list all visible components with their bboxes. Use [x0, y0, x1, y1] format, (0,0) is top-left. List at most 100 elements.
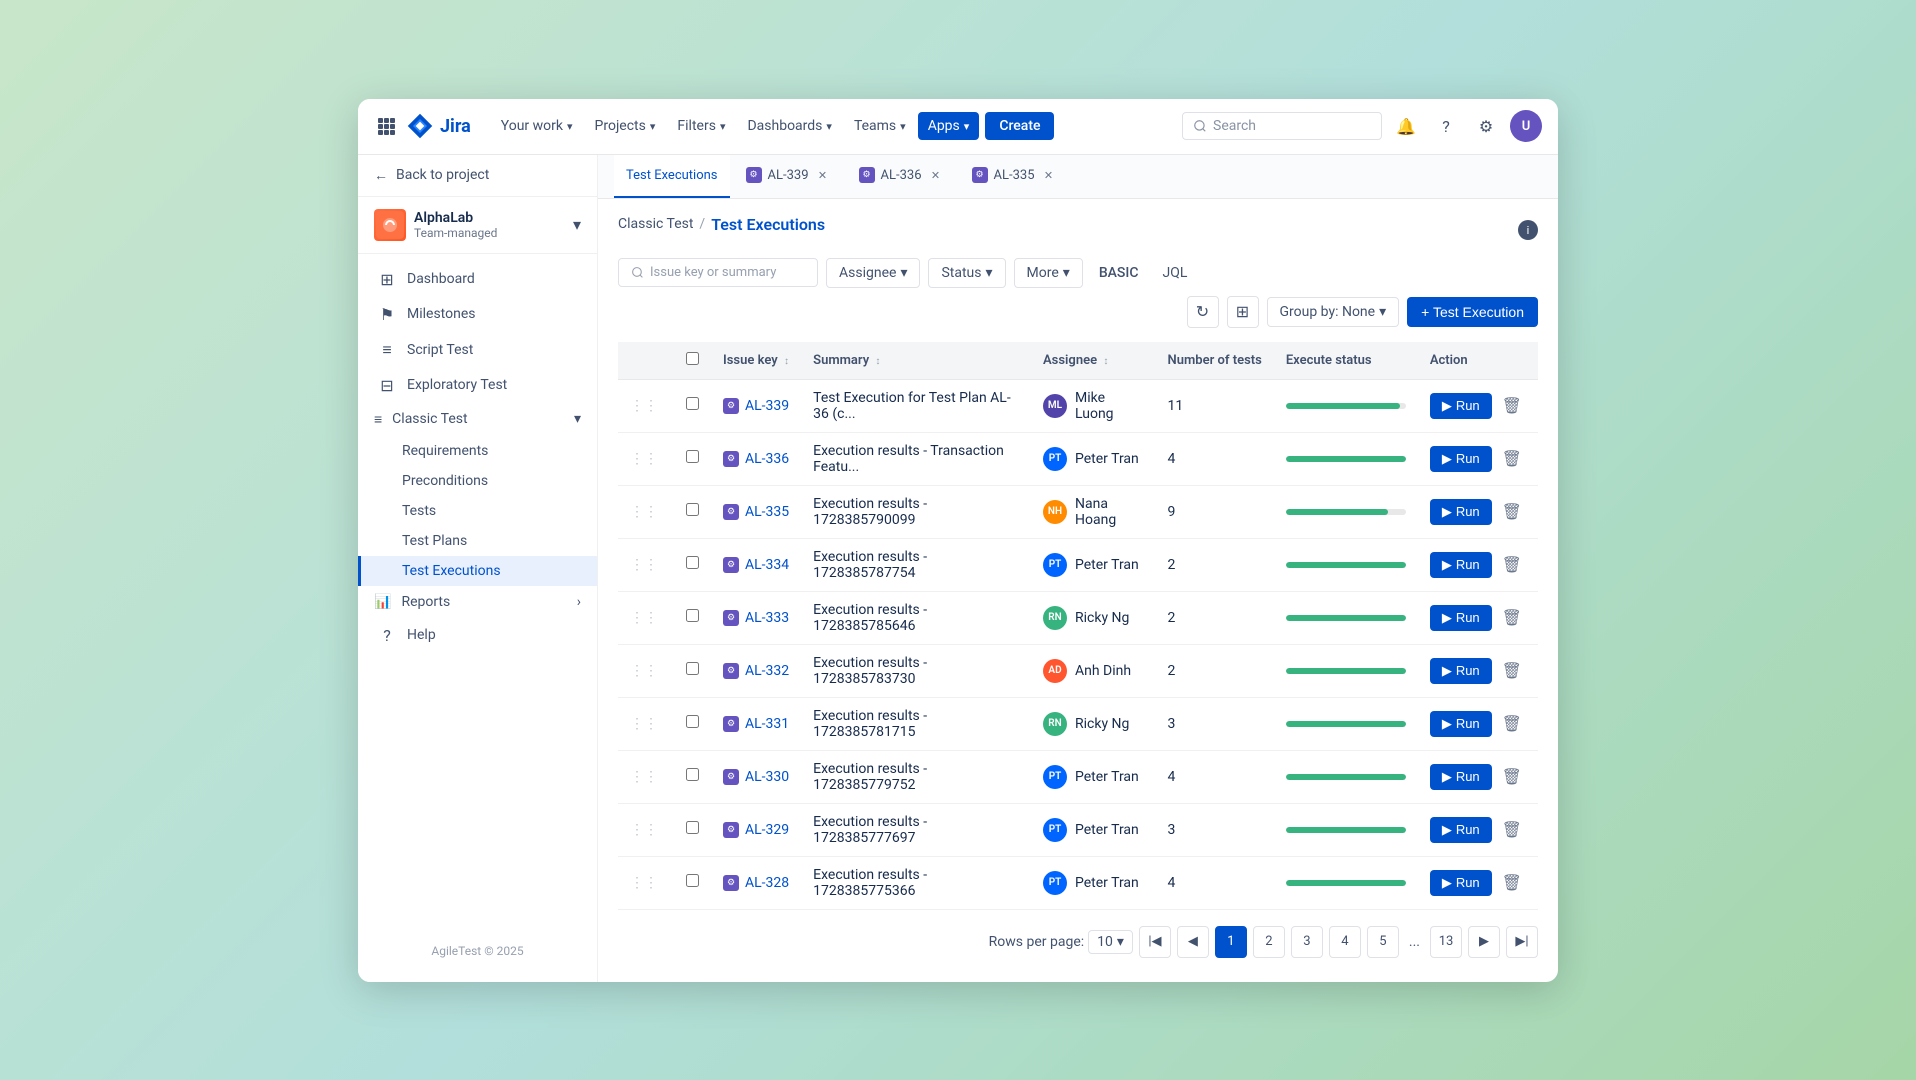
status-filter[interactable]: Status ▾	[928, 258, 1005, 288]
jql-mode[interactable]: JQL	[1155, 261, 1196, 285]
grid-menu-icon[interactable]	[374, 114, 398, 138]
tab-al335[interactable]: ⚙ AL-335 ✕	[960, 155, 1069, 198]
delete-button[interactable]: 🗑	[1498, 657, 1526, 685]
run-button[interactable]: ▶ Run	[1430, 764, 1492, 790]
run-button[interactable]: ▶ Run	[1430, 658, 1492, 684]
issue-link[interactable]: ⚙ AL-328	[723, 875, 789, 891]
page-2-button[interactable]: 2	[1253, 926, 1285, 958]
run-button[interactable]: ▶ Run	[1430, 605, 1492, 631]
sidebar-item-preconditions[interactable]: Preconditions	[358, 466, 597, 496]
select-all-checkbox[interactable]	[686, 352, 699, 365]
more-filter[interactable]: More ▾	[1014, 258, 1083, 288]
drag-handle-icon[interactable]: ⋮⋮	[630, 610, 662, 626]
delete-button[interactable]: 🗑	[1498, 498, 1526, 526]
tab-close-al339[interactable]: ✕	[815, 167, 831, 183]
page-13-button[interactable]: 13	[1430, 926, 1462, 958]
chevron-down-icon[interactable]: ▾	[573, 215, 581, 234]
run-button[interactable]: ▶ Run	[1430, 711, 1492, 737]
tab-al336[interactable]: ⚙ AL-336 ✕	[847, 155, 956, 198]
back-to-project[interactable]: ← Back to project	[358, 155, 597, 197]
nav-projects[interactable]: Projects ▾	[585, 112, 666, 140]
row-checkbox[interactable]	[686, 503, 699, 516]
sidebar-item-exploratory-test[interactable]: ⊟ Exploratory Test	[358, 368, 597, 403]
create-button[interactable]: Create	[985, 112, 1054, 140]
row-checkbox[interactable]	[686, 821, 699, 834]
drag-handle-icon[interactable]: ⋮⋮	[630, 769, 662, 785]
sidebar-item-test-executions[interactable]: Test Executions	[358, 556, 597, 586]
delete-button[interactable]: 🗑	[1498, 869, 1526, 897]
row-checkbox[interactable]	[686, 715, 699, 728]
assignee-filter[interactable]: Assignee ▾	[826, 258, 920, 288]
tab-test-executions[interactable]: Test Executions	[614, 155, 730, 198]
drag-handle-icon[interactable]: ⋮⋮	[630, 504, 662, 520]
issue-link[interactable]: ⚙ AL-331	[723, 716, 789, 732]
sidebar-item-milestones[interactable]: ⚑ Milestones	[358, 297, 597, 332]
issue-link[interactable]: ⚙ AL-336	[723, 451, 789, 467]
prev-page-button[interactable]: ◀	[1177, 926, 1209, 958]
delete-button[interactable]: 🗑	[1498, 445, 1526, 473]
issue-link[interactable]: ⚙ AL-333	[723, 610, 789, 626]
issue-link[interactable]: ⚙ AL-339	[723, 398, 789, 414]
run-button[interactable]: ▶ Run	[1430, 499, 1492, 525]
nav-teams[interactable]: Teams ▾	[844, 112, 916, 140]
summary-header[interactable]: Summary ↕	[801, 342, 1031, 380]
issue-link[interactable]: ⚙ AL-329	[723, 822, 789, 838]
delete-button[interactable]: 🗑	[1498, 816, 1526, 844]
delete-button[interactable]: 🗑	[1498, 763, 1526, 791]
columns-icon[interactable]: ⊞	[1227, 296, 1259, 328]
page-5-button[interactable]: 5	[1367, 926, 1399, 958]
page-3-button[interactable]: 3	[1291, 926, 1323, 958]
drag-handle-icon[interactable]: ⋮⋮	[630, 663, 662, 679]
last-page-button[interactable]: ▶|	[1506, 926, 1538, 958]
basic-mode[interactable]: BASIC	[1091, 261, 1147, 285]
sidebar-item-help[interactable]: ? Help	[358, 618, 597, 653]
drag-handle-icon[interactable]: ⋮⋮	[630, 716, 662, 732]
issue-link[interactable]: ⚙ AL-332	[723, 663, 789, 679]
group-by-button[interactable]: Group by: None ▾	[1267, 297, 1400, 327]
sidebar-item-dashboard[interactable]: ⊞ Dashboard	[358, 262, 597, 297]
drag-handle-icon[interactable]: ⋮⋮	[630, 875, 662, 891]
nav-apps[interactable]: Apps ▾	[918, 112, 980, 140]
run-button[interactable]: ▶ Run	[1430, 817, 1492, 843]
drag-handle-icon[interactable]: ⋮⋮	[630, 557, 662, 573]
issue-key-header[interactable]: Issue key ↕	[711, 342, 801, 380]
search-box[interactable]: Search	[1182, 112, 1382, 140]
run-button[interactable]: ▶ Run	[1430, 446, 1492, 472]
run-button[interactable]: ▶ Run	[1430, 393, 1492, 419]
delete-button[interactable]: 🗑	[1498, 551, 1526, 579]
rows-per-page-select[interactable]: 10 ▾	[1088, 930, 1133, 954]
drag-handle-icon[interactable]: ⋮⋮	[630, 822, 662, 838]
notifications-icon[interactable]: 🔔	[1390, 110, 1422, 142]
row-checkbox[interactable]	[686, 397, 699, 410]
sidebar-item-test-plans[interactable]: Test Plans	[358, 526, 597, 556]
sidebar-item-script-test[interactable]: ≡ Script Test	[358, 332, 597, 368]
delete-button[interactable]: 🗑	[1498, 604, 1526, 632]
page-1-button[interactable]: 1	[1215, 926, 1247, 958]
help-icon[interactable]: ?	[1430, 110, 1462, 142]
run-button[interactable]: ▶ Run	[1430, 870, 1492, 896]
delete-button[interactable]: 🗑	[1498, 710, 1526, 738]
run-button[interactable]: ▶ Run	[1430, 552, 1492, 578]
drag-handle-icon[interactable]: ⋮⋮	[630, 398, 662, 414]
issue-link[interactable]: ⚙ AL-335	[723, 504, 789, 520]
first-page-button[interactable]: |◀	[1139, 926, 1171, 958]
row-checkbox[interactable]	[686, 768, 699, 781]
execute-status-header[interactable]: Execute status	[1274, 342, 1418, 380]
row-checkbox[interactable]	[686, 450, 699, 463]
refresh-icon[interactable]: ↻	[1187, 296, 1219, 328]
num-tests-header[interactable]: Number of tests	[1156, 342, 1274, 380]
sidebar-item-reports[interactable]: 📊 Reports ›	[358, 586, 597, 618]
row-checkbox[interactable]	[686, 874, 699, 887]
next-page-button[interactable]: ▶	[1468, 926, 1500, 958]
drag-handle-icon[interactable]: ⋮⋮	[630, 451, 662, 467]
delete-button[interactable]: 🗑	[1498, 392, 1526, 420]
new-test-execution-button[interactable]: + Test Execution	[1407, 297, 1538, 327]
user-avatar[interactable]: U	[1510, 110, 1542, 142]
assignee-header[interactable]: Assignee ↕	[1031, 342, 1156, 380]
tab-close-al336[interactable]: ✕	[928, 167, 944, 183]
sidebar-item-requirements[interactable]: Requirements	[358, 436, 597, 466]
filter-search[interactable]: Issue key or summary	[618, 258, 818, 287]
settings-icon[interactable]: ⚙	[1470, 110, 1502, 142]
row-checkbox[interactable]	[686, 556, 699, 569]
nav-your-work[interactable]: Your work ▾	[491, 112, 583, 140]
